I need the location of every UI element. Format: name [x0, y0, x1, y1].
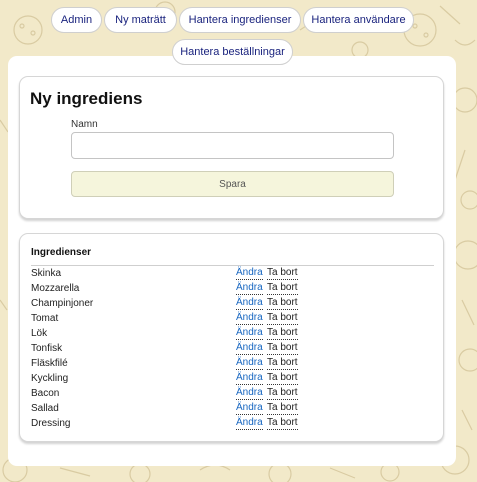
ingredient-name: Mozzarella [31, 283, 80, 294]
edit-link[interactable]: Ändra [236, 372, 263, 385]
list-item: Tonfisk Ändra Ta bort [31, 341, 434, 356]
delete-link[interactable]: Ta bort [267, 417, 298, 430]
nav-tabs: Admin Ny maträtt Hantera ingredienser Ha… [0, 0, 477, 65]
ingredient-name: Tomat [31, 313, 59, 324]
edit-link[interactable]: Ändra [236, 282, 263, 295]
edit-link[interactable]: Ändra [236, 297, 263, 310]
tab-manage-users[interactable]: Hantera användare [303, 7, 414, 33]
list-item: Kyckling Ändra Ta bort [31, 371, 434, 386]
list-item: Champinjoner Ändra Ta bort [31, 296, 434, 311]
list-item: Lök Ändra Ta bort [31, 326, 434, 341]
ingredients-list: Skinka Ändra Ta bort Mozzarella Ändra Ta… [31, 266, 434, 431]
list-item: Mozzarella Ändra Ta bort [31, 281, 434, 296]
delete-link[interactable]: Ta bort [267, 312, 298, 325]
save-button[interactable]: Spara [71, 171, 394, 197]
list-item: Dressing Ändra Ta bort [31, 416, 434, 431]
delete-link[interactable]: Ta bort [267, 267, 298, 280]
main-panel: Ny ingrediens Namn Spara Ingredienser Sk… [8, 56, 456, 466]
delete-link[interactable]: Ta bort [267, 387, 298, 400]
ingredient-name: Lök [31, 328, 48, 339]
tab-manage-orders[interactable]: Hantera beställningar [172, 39, 293, 65]
list-item: Sallad Ändra Ta bort [31, 401, 434, 416]
list-item: Tomat Ändra Ta bort [31, 311, 434, 326]
list-item: Skinka Ändra Ta bort [31, 266, 434, 281]
edit-link[interactable]: Ändra [236, 312, 263, 325]
name-label: Namn [71, 119, 98, 130]
edit-link[interactable]: Ändra [236, 357, 263, 370]
tab-admin[interactable]: Admin [51, 7, 102, 33]
ingredient-name: Bacon [31, 388, 60, 399]
ingredient-name: Skinka [31, 268, 62, 279]
ingredients-card: Ingredienser Skinka Ändra Ta bort Mozzar… [19, 233, 444, 442]
list-item: Fläskfilé Ändra Ta bort [31, 356, 434, 371]
list-item: Bacon Ändra Ta bort [31, 386, 434, 401]
ingredient-name: Tonfisk [31, 343, 63, 354]
edit-link[interactable]: Ändra [236, 417, 263, 430]
edit-link[interactable]: Ändra [236, 387, 263, 400]
delete-link[interactable]: Ta bort [267, 297, 298, 310]
edit-link[interactable]: Ändra [236, 402, 263, 415]
name-input[interactable] [71, 132, 394, 159]
new-ingredient-card: Ny ingrediens Namn Spara [19, 76, 444, 219]
edit-link[interactable]: Ändra [236, 267, 263, 280]
tab-new-dish[interactable]: Ny maträtt [104, 7, 177, 33]
delete-link[interactable]: Ta bort [267, 402, 298, 415]
ingredients-header: Ingredienser [31, 247, 434, 266]
delete-link[interactable]: Ta bort [267, 372, 298, 385]
delete-link[interactable]: Ta bort [267, 342, 298, 355]
ingredient-name: Champinjoner [31, 298, 94, 309]
ingredient-name: Dressing [31, 418, 71, 429]
new-ingredient-title: Ny ingrediens [30, 89, 143, 108]
ingredient-name: Kyckling [31, 373, 69, 384]
ingredient-name: Sallad [31, 403, 59, 414]
edit-link[interactable]: Ändra [236, 342, 263, 355]
delete-link[interactable]: Ta bort [267, 357, 298, 370]
edit-link[interactable]: Ändra [236, 327, 263, 340]
tab-manage-ingredients[interactable]: Hantera ingredienser [179, 7, 301, 33]
delete-link[interactable]: Ta bort [267, 282, 298, 295]
ingredient-name: Fläskfilé [31, 358, 68, 369]
delete-link[interactable]: Ta bort [267, 327, 298, 340]
